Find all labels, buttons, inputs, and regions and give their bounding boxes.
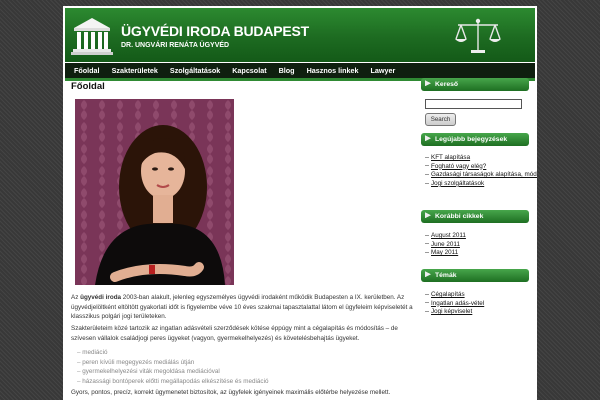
archive-link[interactable]: August 2011 — [431, 232, 466, 241]
archive-link[interactable]: May 2011 — [431, 249, 466, 258]
search-button[interactable]: Search — [425, 113, 456, 126]
list-item: gyermekelhelyezési viták megoldása mediá… — [77, 367, 269, 377]
archives-widget-title: Korábbi cikkek — [421, 210, 529, 223]
archive-link[interactable]: June 2011 — [431, 241, 466, 250]
nav-item-szakteruletek[interactable]: Szakterületek — [107, 63, 165, 76]
widget-title-label: Kereső — [435, 81, 459, 88]
recent-post-link[interactable]: Gazdasági társaságok alapítása, módosítá… — [431, 171, 537, 180]
page: ÜGYVÉDI IRODA BUDAPEST DR. UNGVÁRI RENÁT… — [63, 6, 537, 400]
recent-post-link[interactable]: Jogi szolgáltatások — [431, 180, 537, 189]
archives-list: August 2011 June 2011 May 2011 — [431, 232, 466, 258]
widget-title-label: Témák — [435, 272, 457, 279]
list-item: házassági bontóperek előtti megállapodás… — [77, 377, 268, 387]
closing-paragraph: Gyors, pontos, precíz, korrekt ügymenete… — [71, 389, 391, 396]
intro-paragraph: Az ügyvédi iroda 2003-ban alakult, jelen… — [71, 293, 415, 322]
search-input[interactable] — [425, 99, 522, 109]
site-header: ÜGYVÉDI IRODA BUDAPEST DR. UNGVÁRI RENÁT… — [65, 8, 535, 62]
recent-posts-list: KFT alapítása Fogható vagy elég? Gazdasá… — [431, 154, 537, 188]
nav-item-hasznos-linkek[interactable]: Hasznos linkek — [302, 63, 366, 76]
search-widget-title: Kereső — [421, 78, 529, 91]
arrow-icon — [425, 271, 431, 278]
list-item: peren kívüli megegyezés mediálás útján — [77, 358, 269, 368]
recent-posts-widget-title: Legújabb bejegyzések — [421, 133, 529, 146]
recent-post-link[interactable]: Fogható vagy elég? — [431, 163, 537, 172]
list-item: mediáció — [77, 348, 269, 358]
intro-bold: ügyvédi iroda — [80, 294, 122, 301]
topics-widget-title: Témák — [421, 269, 529, 282]
nav-item-lawyer[interactable]: Lawyer — [366, 63, 403, 76]
arrow-icon — [425, 212, 431, 219]
topic-link[interactable]: Cégalapítás — [431, 291, 484, 300]
intro-rest: 2003-ban alakult, jelenleg egyszemélyes … — [71, 294, 413, 320]
intro-prefix: Az — [71, 294, 81, 301]
site-subtitle: DR. UNGVÁRI RENÁTA ÜGYVÉD — [121, 42, 230, 49]
site-title[interactable]: ÜGYVÉDI IRODA BUDAPEST — [121, 23, 309, 39]
nav-item-fooldal[interactable]: Főoldal — [69, 63, 107, 76]
widget-title-label: Legújabb bejegyzések — [435, 136, 508, 143]
recent-post-link[interactable]: KFT alapítása — [431, 154, 537, 163]
nav-item-kapcsolat[interactable]: Kapcsolat — [227, 63, 273, 76]
page-title: Főoldal — [71, 81, 105, 92]
portrait-photo — [75, 99, 234, 285]
topic-link[interactable]: Jogi képviselet — [431, 308, 484, 317]
scales-of-justice-icon — [455, 18, 501, 53]
services-list: mediáció peren kívüli megegyezés mediálá… — [77, 348, 269, 387]
nav-item-szolgaltatasok[interactable]: Szolgáltatások — [165, 63, 227, 76]
arrow-icon — [425, 135, 431, 142]
topics-list: Cégalapítás Ingatlan adás-vétel Jogi kép… — [431, 291, 484, 317]
nav-item-blog[interactable]: Blog — [274, 63, 302, 76]
topic-link[interactable]: Ingatlan adás-vétel — [431, 300, 484, 309]
temple-logo-icon[interactable] — [71, 16, 113, 56]
widget-title-label: Korábbi cikkek — [435, 213, 484, 220]
specialties-paragraph: Szakterületeim közé tartozik az ingatlan… — [71, 325, 398, 342]
arrow-icon — [425, 80, 431, 87]
